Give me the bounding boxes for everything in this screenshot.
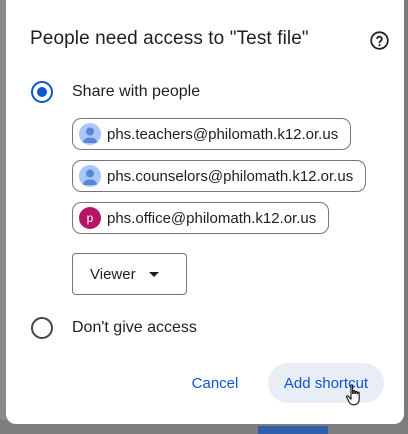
help-circle-icon[interactable] [369, 30, 390, 51]
person-icon [79, 123, 101, 145]
dont-give-access-label[interactable]: Don't give access [72, 319, 197, 337]
role-selected-value: Viewer [90, 265, 136, 283]
dialog-title: People need access to "Test file" [30, 28, 309, 49]
recipient-chip[interactable]: phs.teachers@philomath.k12.or.us [72, 118, 352, 150]
share-with-people-label[interactable]: Share with people [72, 83, 200, 101]
access-dialog: People need access to "Test file" Share … [6, 0, 404, 424]
recipient-chip[interactable]: phs.counselors@philomath.k12.or.us [72, 160, 367, 192]
recipient-chip[interactable]: p phs.office@philomath.k12.or.us [72, 202, 330, 234]
recipient-email: phs.counselors@philomath.k12.or.us [107, 167, 354, 185]
backdrop-element [258, 426, 328, 434]
chevron-down-icon [149, 272, 159, 277]
person-icon [79, 165, 101, 187]
dont-give-access-radio[interactable] [31, 317, 53, 339]
cancel-button[interactable]: Cancel [176, 363, 254, 403]
add-shortcut-button[interactable]: Add shortcut [268, 363, 384, 403]
share-with-people-radio[interactable] [31, 81, 53, 103]
recipient-email: phs.teachers@philomath.k12.or.us [107, 125, 339, 143]
recipient-email: phs.office@philomath.k12.or.us [107, 209, 317, 227]
role-dropdown[interactable]: Viewer [72, 253, 187, 295]
avatar: p [79, 207, 101, 229]
hand-cursor-icon [346, 384, 360, 406]
